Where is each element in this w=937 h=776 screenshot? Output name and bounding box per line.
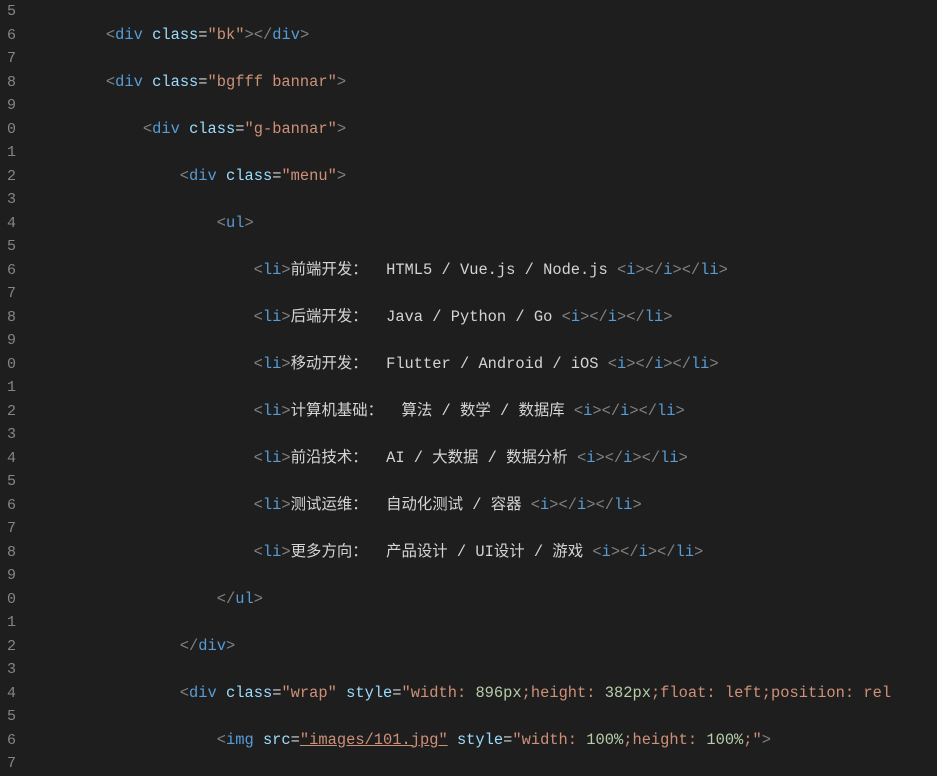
line-number: 8 [0, 306, 16, 330]
code-line[interactable]: </div> [32, 635, 937, 659]
line-number: 3 [0, 658, 16, 682]
line-number: 8 [0, 541, 16, 565]
code-line[interactable]: <li>前沿技术： AI / 大数据 / 数据分析 <i></i></li> [32, 447, 937, 471]
line-number: 7 [0, 47, 16, 71]
line-number: 8 [0, 71, 16, 95]
line-number: 0 [0, 588, 16, 612]
line-number: 2 [0, 635, 16, 659]
code-line[interactable]: <li>移动开发： Flutter / Android / iOS <i></i… [32, 353, 937, 377]
code-line[interactable]: <li>更多方向： 产品设计 / UI设计 / 游戏 <i></i></li> [32, 541, 937, 565]
line-number: 9 [0, 94, 16, 118]
line-number: 7 [0, 517, 16, 541]
line-number: 6 [0, 259, 16, 283]
code-line[interactable]: <li>计算机基础： 算法 / 数学 / 数据库 <i></i></li> [32, 400, 937, 424]
code-area[interactable]: <div class="bk"></div> <div class="bgfff… [32, 0, 937, 768]
line-number: 6 [0, 494, 16, 518]
line-number: 1 [0, 611, 16, 635]
code-line[interactable]: <ul> [32, 212, 937, 236]
code-line[interactable]: <li>前端开发： HTML5 / Vue.js / Node.js <i></… [32, 259, 937, 283]
line-number: 0 [0, 353, 16, 377]
line-number: 2 [0, 165, 16, 189]
line-number: 5 [0, 0, 16, 24]
line-number: 4 [0, 212, 16, 236]
line-number: 0 [0, 118, 16, 142]
code-editor[interactable]: 5 6 7 8 9 0 1 2 3 4 5 6 7 8 9 0 1 2 3 4 … [0, 0, 937, 768]
line-number: 9 [0, 564, 16, 588]
line-number: 3 [0, 423, 16, 447]
line-number: 4 [0, 447, 16, 471]
line-number: 9 [0, 329, 16, 353]
code-line[interactable]: <li>测试运维： 自动化测试 / 容器 <i></i></li> [32, 494, 937, 518]
code-line[interactable]: <div class="g-bannar"> [32, 118, 937, 142]
code-line[interactable]: <li>后端开发： Java / Python / Go <i></i></li… [32, 306, 937, 330]
line-number: 1 [0, 141, 16, 165]
line-number: 3 [0, 188, 16, 212]
code-line[interactable]: <img src="images/101.jpg" style="width: … [32, 729, 937, 753]
code-line[interactable]: <div class="wrap" style="width: 896px;he… [32, 682, 937, 706]
line-number: 2 [0, 400, 16, 424]
code-line[interactable]: <div class="bgfff bannar"> [32, 71, 937, 95]
line-number: 5 [0, 470, 16, 494]
line-number: 5 [0, 705, 16, 729]
code-line[interactable]: <div class="menu"> [32, 165, 937, 189]
line-number: 7 [0, 752, 16, 776]
line-number: 1 [0, 376, 16, 400]
line-number-gutter: 5 6 7 8 9 0 1 2 3 4 5 6 7 8 9 0 1 2 3 4 … [0, 0, 32, 768]
line-number: 7 [0, 282, 16, 306]
line-number: 4 [0, 682, 16, 706]
line-number: 6 [0, 24, 16, 48]
code-line[interactable]: </ul> [32, 588, 937, 612]
code-line[interactable]: <div class="bk"></div> [32, 24, 937, 48]
line-number: 6 [0, 729, 16, 753]
line-number: 5 [0, 235, 16, 259]
